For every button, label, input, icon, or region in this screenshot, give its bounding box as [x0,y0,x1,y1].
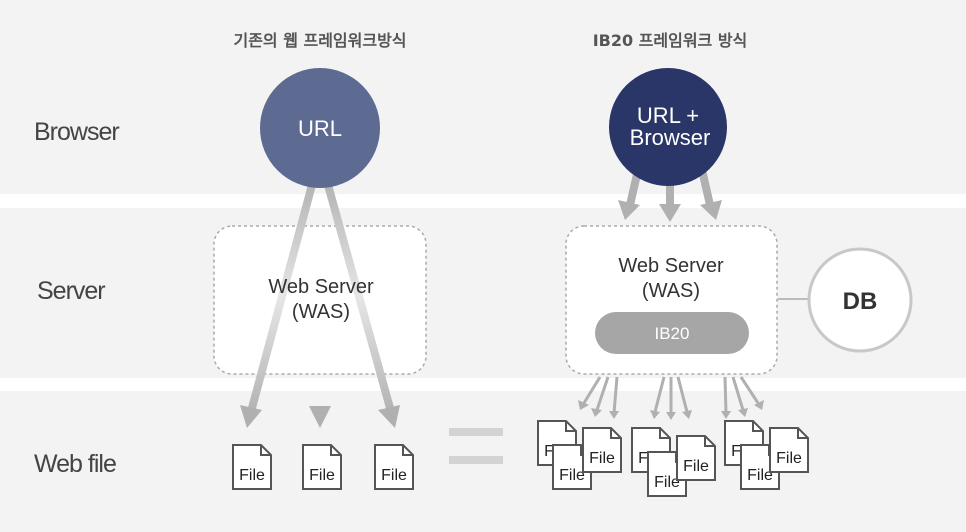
file-label: File [683,458,709,475]
row-label-webfile: Web file [34,450,116,478]
file-label: File [309,467,335,484]
left-file-2: File [302,444,342,490]
file-label: File [776,450,802,467]
right-file: File [676,435,716,481]
ib20-engine-label: IB20 [655,324,690,343]
right-file: File [769,427,809,473]
right-server-label-line1: Web Server [618,255,724,277]
left-column-title: 기존의 웹 프레임워크방식 [233,31,406,50]
right-server-label-line2: (WAS) [642,280,700,302]
row-label-server: Server [37,277,105,305]
left-server-label-line1: Web Server [268,276,374,298]
right-column-title: IB20 프레임워크 방식 [593,31,748,50]
file-label: File [589,450,615,467]
left-file-3: File [374,444,414,490]
right-browser-label-line2: Browser [630,125,711,150]
right-file: File [582,427,622,473]
row-label-browser: Browser [34,118,119,146]
left-file-1: File [232,444,272,490]
band-browser [0,0,966,194]
framework-comparison-diagram: Browser Server Web file 기존의 웹 프레임워크방식 IB… [0,0,966,532]
left-url-label: URL [298,116,342,141]
file-label: File [559,467,585,484]
file-label: File [381,467,407,484]
db-label: DB [843,288,878,315]
left-server-label-line2: (WAS) [292,301,350,323]
file-label: File [239,467,265,484]
